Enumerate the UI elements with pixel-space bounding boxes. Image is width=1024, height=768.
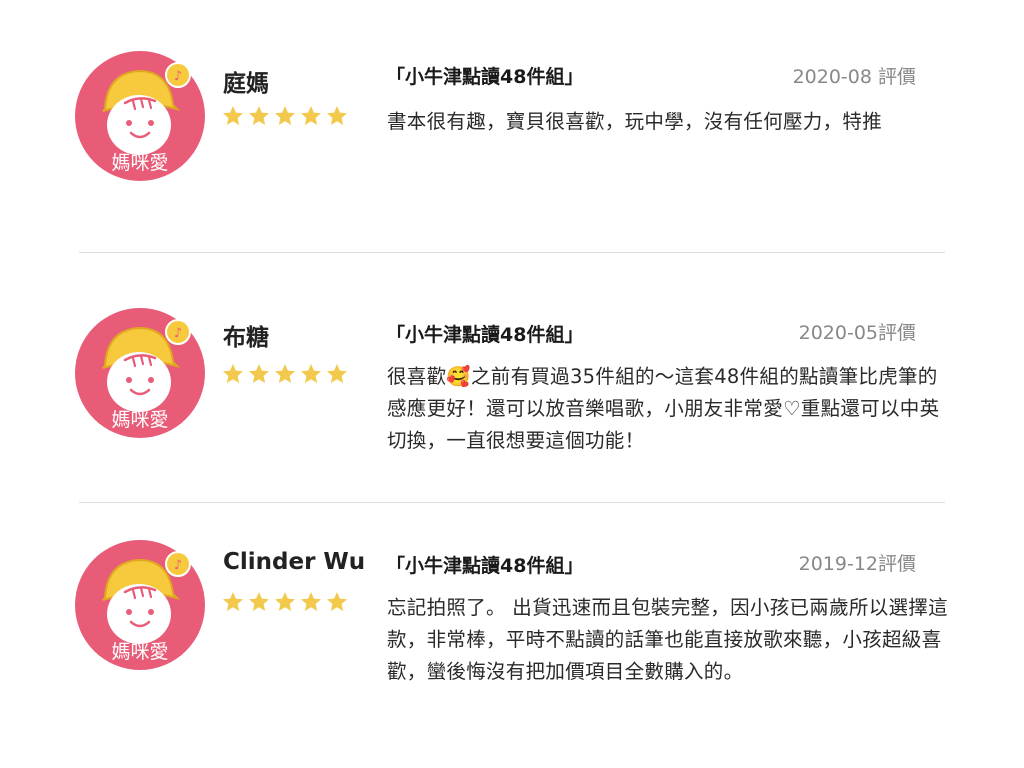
star-icon (223, 106, 243, 125)
avatar-text: 媽咪愛 (111, 641, 168, 663)
star-icon (301, 106, 321, 125)
rating-stars (221, 362, 349, 386)
star-icon (327, 592, 347, 611)
review-date: 2020-05評價 (798, 322, 916, 344)
avatar: ♪ 媽咪愛 (75, 540, 205, 670)
review-comment: 書本很有趣，寶貝很喜歡，玩中學，沒有任何壓力，特推 (387, 110, 883, 133)
reviewer-name: 庭媽 (223, 71, 269, 97)
star-icon (223, 592, 243, 611)
star-icon (275, 106, 295, 125)
star-icon (327, 106, 347, 125)
review-date: 2019-12評價 (798, 553, 916, 575)
product-title: 「小牛津點讀48件組」 (386, 555, 584, 577)
product-title: 「小牛津點讀48件組」 (386, 324, 584, 346)
avatar-image: ♪ 媽咪愛 (75, 540, 205, 670)
review-comment: 很喜歡🥰之前有買過35件組的～這套48件組的點讀筆比虎筆的感應更好！還可以放音樂… (387, 365, 940, 452)
star-icon (249, 106, 269, 125)
star-icon (249, 364, 269, 383)
reviewer-name: 布糖 (223, 325, 269, 351)
rating-stars (221, 104, 349, 128)
reviewer-name: Clinder Wu (223, 549, 366, 575)
star-icon (301, 592, 321, 611)
avatar-image: ♪ 媽咪愛 (75, 308, 205, 438)
star-icon (249, 592, 269, 611)
divider (79, 502, 945, 503)
avatar: ♪ 媽咪愛 (75, 308, 205, 438)
star-icon (301, 364, 321, 383)
star-icon (223, 364, 243, 383)
review-comment: 忘記拍照了。 出貨迅速而且包裝完整，因小孩已兩歲所以選擇這款，非常棒，平時不點讀… (387, 596, 948, 683)
star-icon (275, 592, 295, 611)
star-icon (327, 364, 347, 383)
star-icon (275, 364, 295, 383)
avatar: ♪ 媽咪愛 (75, 51, 205, 181)
avatar-image: ♪ 媽咪愛 (75, 51, 205, 181)
product-title: 「小牛津點讀48件組」 (386, 66, 584, 88)
divider (79, 252, 945, 253)
avatar-text: 媽咪愛 (111, 152, 168, 174)
svg-text:♪: ♪ (174, 558, 182, 573)
svg-text:♪: ♪ (174, 326, 182, 341)
avatar-text: 媽咪愛 (111, 409, 168, 431)
svg-text:♪: ♪ (174, 69, 182, 84)
rating-stars (221, 590, 349, 614)
review-date: 2020-08 評價 (792, 66, 916, 88)
